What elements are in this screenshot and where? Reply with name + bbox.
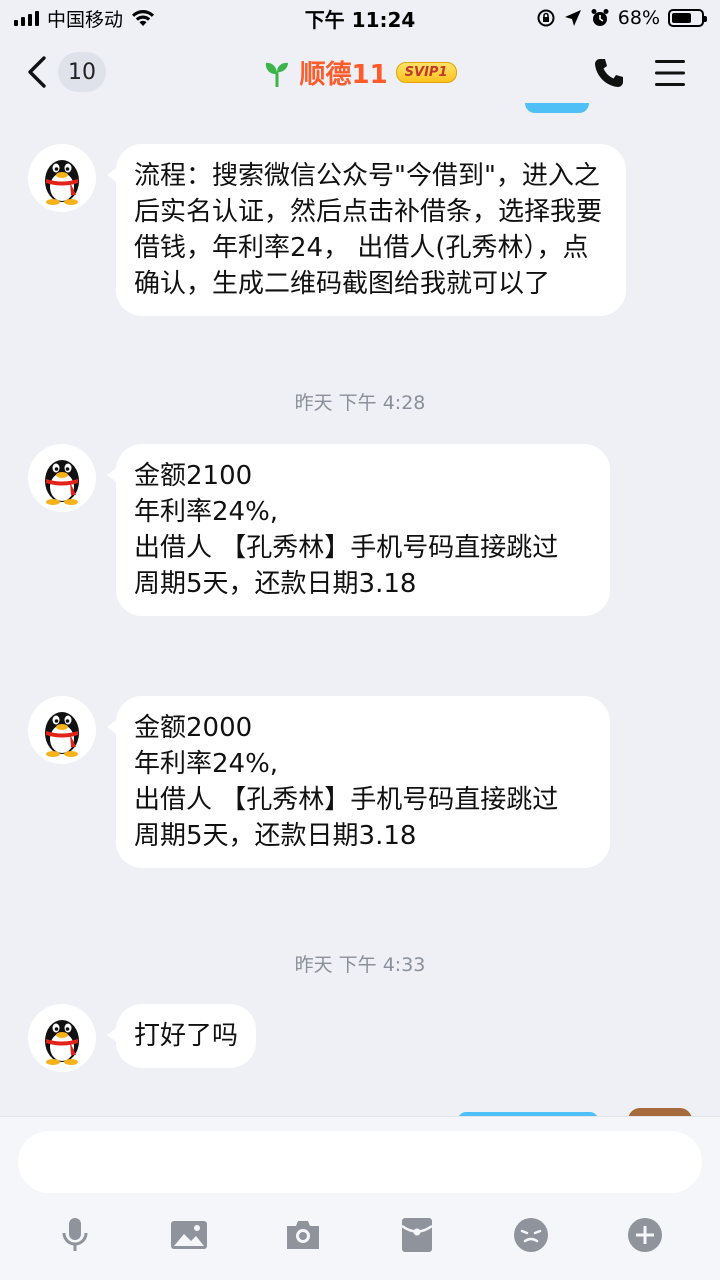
camera-button[interactable]	[281, 1213, 325, 1257]
image-icon	[171, 1221, 207, 1249]
message-bubble[interactable]: 流程：搜索微信公众号"今借到"，进入之后实名认证，然后点击补借条，选择我要借钱，…	[107, 144, 626, 316]
unread-count-badge: 10	[58, 52, 106, 92]
message-input[interactable]	[18, 1131, 702, 1193]
phone-icon	[595, 59, 623, 87]
chat-screen: 中国移动 下午 11:24 68% 10 顺德11 SVIP1 流程：搜索微信公…	[0, 0, 720, 1280]
back-button[interactable]: 10	[22, 52, 106, 92]
voice-button[interactable]	[53, 1213, 97, 1257]
message-bubble[interactable]: 金额2000 年利率24%, 出借人 【孔秀林】手机号码直接跳过 周期5天，还款…	[107, 696, 610, 868]
message-row: 打好了吗	[28, 1004, 257, 1072]
avatar[interactable]	[28, 1004, 96, 1072]
message-bubble[interactable]: 金额2100 年利率24%, 出借人 【孔秀林】手机号码直接跳过 周期5天，还款…	[107, 444, 610, 616]
avatar[interactable]	[28, 444, 96, 512]
emoji-icon	[514, 1218, 548, 1252]
chat-header: 10 顺德11 SVIP1	[0, 38, 720, 110]
more-button[interactable]	[623, 1213, 667, 1257]
plus-icon	[628, 1218, 662, 1252]
battery-level	[672, 13, 692, 23]
chat-title[interactable]: 顺德11	[299, 54, 387, 91]
message-bubble[interactable]: 打好了吗	[106, 1004, 257, 1068]
status-left: 中国移动	[14, 5, 155, 32]
cellular-signal-icon	[14, 10, 39, 26]
svip-badge: SVIP1	[395, 62, 457, 83]
orientation-lock-icon	[537, 9, 555, 27]
alarm-icon	[591, 9, 609, 26]
qq-penguin-icon	[45, 712, 79, 757]
menu-button[interactable]	[654, 58, 686, 88]
message-row: 金额2000 年利率24%, 出借人 【孔秀林】手机号码直接跳过 周期5天，还款…	[28, 696, 610, 868]
location-arrow-icon	[564, 10, 581, 26]
qq-penguin-icon	[45, 160, 79, 205]
red-packet-button[interactable]	[395, 1213, 439, 1257]
call-button[interactable]	[592, 56, 626, 90]
camera-icon	[287, 1221, 319, 1249]
avatar[interactable]	[28, 144, 96, 212]
menu-icon	[655, 60, 685, 86]
carrier-name: 中国移动	[47, 8, 124, 31]
qq-penguin-icon	[45, 1020, 79, 1065]
sprout-icon	[266, 62, 289, 87]
status-right: 68%	[536, 7, 707, 29]
message-row: 流程：搜索微信公众号"今借到"，进入之后实名认证，然后点击补借条，选择我要借钱，…	[28, 144, 626, 316]
microphone-icon	[62, 1218, 88, 1251]
wifi-icon	[132, 10, 155, 26]
image-button[interactable]	[167, 1213, 211, 1257]
message-row: 金额2100 年利率24%, 出借人 【孔秀林】手机号码直接跳过 周期5天，还款…	[28, 444, 610, 616]
battery-percent: 68%	[617, 7, 660, 29]
qq-penguin-icon	[45, 460, 79, 505]
timestamp: 昨天 下午 4:28	[294, 392, 426, 414]
composer-toolbar	[0, 1213, 720, 1263]
red-packet-icon	[401, 1218, 433, 1252]
avatar[interactable]	[28, 696, 96, 764]
status-bar: 中国移动 下午 11:24 68%	[0, 0, 720, 36]
back-chevron-icon	[28, 56, 46, 88]
timestamp: 昨天 下午 4:33	[294, 954, 426, 976]
previous-message-peek	[525, 103, 589, 113]
battery-icon	[668, 9, 707, 27]
emoji-button[interactable]	[509, 1213, 553, 1257]
message-composer	[0, 1116, 720, 1280]
